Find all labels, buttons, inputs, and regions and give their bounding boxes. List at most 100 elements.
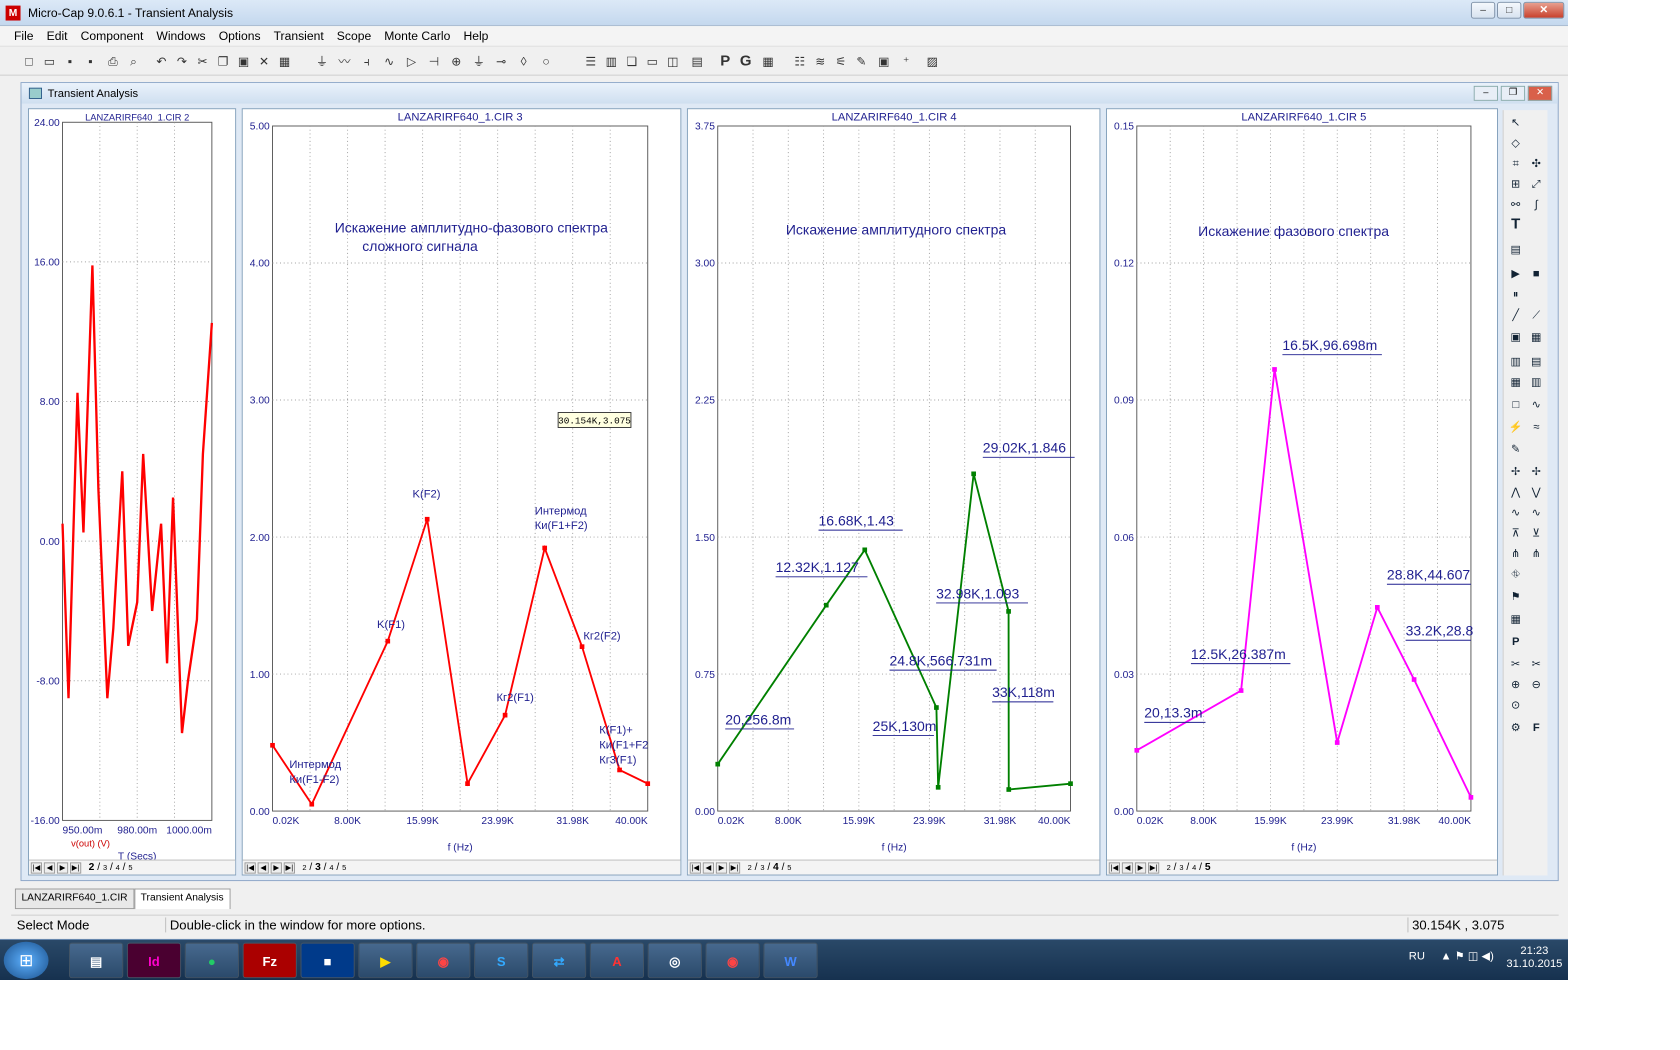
nav-next-icon[interactable]: ▶ <box>270 861 282 874</box>
grid-toggle-icon[interactable]: ▦ <box>1528 329 1545 346</box>
menu-edit[interactable]: Edit <box>40 29 74 43</box>
wave-tool-icon[interactable]: ∿ <box>1528 396 1545 413</box>
video-icon[interactable]: ▶ <box>358 942 413 979</box>
open-icon[interactable]: ▭ <box>41 53 58 70</box>
page-tab[interactable]: 5 <box>342 863 346 874</box>
page-tab[interactable]: 4 <box>1192 863 1196 874</box>
peak-icon[interactable]: ✢ <box>1507 463 1524 480</box>
explorer-icon[interactable]: ▤ <box>69 942 124 979</box>
nav-next-icon[interactable]: ▶ <box>1134 861 1147 874</box>
minimize-button[interactable]: – <box>1470 1 1496 19</box>
p-tool-icon[interactable]: P <box>1507 633 1524 650</box>
page-tab[interactable]: 5 <box>128 863 132 874</box>
global-low-icon[interactable]: ⊻ <box>1528 525 1545 542</box>
settings-icon[interactable]: ⚙ <box>1507 719 1524 736</box>
menu-options[interactable]: Options <box>212 29 267 43</box>
menu-help[interactable]: Help <box>457 29 495 43</box>
menu-transient[interactable]: Transient <box>267 29 330 43</box>
hatch2-icon[interactable]: ▤ <box>1528 353 1545 370</box>
chrome-icon[interactable]: ◉ <box>416 942 471 979</box>
cut-icon[interactable]: ✂ <box>194 53 211 70</box>
node-icon[interactable]: ○ <box>538 53 555 70</box>
page-tab[interactable]: 2 <box>302 863 306 874</box>
indesign-icon[interactable]: Id <box>126 942 182 979</box>
wave-icon[interactable]: ≋ <box>812 53 829 70</box>
scissors2-icon[interactable]: ✂ <box>1528 655 1545 672</box>
nav-next-icon[interactable]: ▶ <box>715 861 728 874</box>
nav-first-icon[interactable]: |◀ <box>689 861 701 874</box>
plot-panel-time[interactable]: LANZARIRF640_1.CIR 2 24.00 16.00 8.00 0.00 -8… <box>27 108 237 876</box>
xy-icon[interactable]: ⁺ <box>898 53 915 70</box>
page-tab[interactable]: 2 <box>1167 863 1171 874</box>
fit-icon[interactable]: ⤢ <box>1528 175 1545 192</box>
global-high-icon[interactable]: ⊼ <box>1507 525 1524 542</box>
plot-phase-svg[interactable]: LANZARIRF640_1.CIR 5 0.15 0.12 0.09 0.06 0.03… <box>1107 109 1497 859</box>
page-tab[interactable]: 4 <box>329 863 333 874</box>
menu-scope[interactable]: Scope <box>330 29 377 43</box>
app-blue-icon[interactable]: ■ <box>300 942 355 979</box>
page-tab[interactable]: 2 <box>748 863 752 874</box>
plot-amplitude-svg[interactable]: LANZARIRF640_1.CIR 4 3.75 3.00 2.25 1.50 0.75… <box>688 109 1100 859</box>
word-icon[interactable]: W <box>763 942 818 979</box>
plot-panel-phase[interactable]: LANZARIRF640_1.CIR 5 0.15 0.12 0.09 0.06 0.03… <box>1105 108 1498 876</box>
pen-icon[interactable]: ✎ <box>853 53 870 70</box>
page-tab[interactable]: 5 <box>1205 861 1211 872</box>
plot-panel-amplitude[interactable]: LANZARIRF640_1.CIR 4 3.75 3.00 2.25 1.50 0.75… <box>686 108 1101 876</box>
slope-icon[interactable]: ∿ <box>1528 504 1545 521</box>
nav-first-icon[interactable]: |◀ <box>30 861 42 874</box>
frame-icon[interactable]: ▣ <box>1507 329 1524 346</box>
diode-icon[interactable]: ▷ <box>403 53 420 70</box>
valley-icon[interactable]: ✢ <box>1528 463 1545 480</box>
inductor-icon[interactable]: ∿ <box>381 53 398 70</box>
pin-icon[interactable]: ◊ <box>515 53 532 70</box>
page-tabs[interactable]: 2 / 3 / 4 / 5 <box>748 861 792 874</box>
redo-icon[interactable]: ↷ <box>174 53 191 70</box>
nav-last-icon[interactable]: ▶| <box>728 861 741 874</box>
nav-last-icon[interactable]: ▶| <box>69 861 82 874</box>
tile-vertical-icon[interactable]: ▥ <box>603 53 620 70</box>
language-indicator[interactable]: RU <box>1409 949 1425 962</box>
resistor-icon[interactable]: 〰 <box>336 53 353 70</box>
plot-spectrum-svg[interactable]: LANZARIRF640_1.CIR 3 5.00 4.00 3.00 2.00 1.00… <box>243 109 681 859</box>
doc-tab-circuit[interactable]: LANZARIRF640_1.CIR <box>14 888 135 910</box>
plot-time-svg[interactable]: LANZARIRF640_1.CIR 2 24.00 16.00 8.00 0.00 -8… <box>29 109 235 860</box>
tag-icon[interactable]: ⚑ <box>1507 588 1524 605</box>
scissors-icon[interactable]: ✂ <box>1507 655 1524 672</box>
properties-icon[interactable]: ▤ <box>1507 241 1524 258</box>
page-tabs[interactable]: 2 / 3 / 4 / 5 <box>1167 861 1211 874</box>
inflection-icon[interactable]: ∿ <box>1507 504 1524 521</box>
hatch3-icon[interactable]: ▦ <box>1507 373 1524 390</box>
nav-prev-icon[interactable]: ◀ <box>1121 861 1134 874</box>
line2-icon[interactable]: ⟋ <box>1528 306 1545 323</box>
menu-windows[interactable]: Windows <box>150 29 212 43</box>
select-arrow-icon[interactable]: ↖ <box>1507 114 1524 131</box>
list-icon[interactable]: ☷ <box>791 53 808 70</box>
font-icon[interactable]: F <box>1528 719 1545 736</box>
cascade-icon[interactable]: ❏ <box>623 53 640 70</box>
mdi-minimize-button[interactable]: – <box>1473 85 1498 101</box>
line-icon[interactable]: ╱ <box>1507 306 1524 323</box>
capacitor-icon[interactable]: ⫞ <box>358 53 375 70</box>
page-tabs[interactable]: 2 / 3 / 4 / 5 <box>302 861 346 874</box>
undo-icon[interactable]: ↶ <box>153 53 170 70</box>
wire-icon[interactable]: ⏚ <box>314 53 331 70</box>
pause-icon[interactable]: ⏸ <box>1507 286 1524 303</box>
clock[interactable]: 21:23 31.10.2015 <box>1506 944 1562 970</box>
page-tab[interactable]: 3 <box>315 861 321 872</box>
edit-plot-icon[interactable]: ✎ <box>1507 441 1524 458</box>
mdi-restore-button[interactable]: ❐ <box>1500 85 1526 101</box>
select-all-icon[interactable]: ▦ <box>276 53 293 70</box>
curve-icon[interactable]: ∫ <box>1528 196 1545 213</box>
filezilla-icon[interactable]: Fz <box>242 942 297 979</box>
zoom-box-icon[interactable]: ⌗ <box>1507 155 1524 172</box>
transistor-icon[interactable]: ⊣ <box>426 53 443 70</box>
menu-component[interactable]: Component <box>74 29 150 43</box>
chrome2-icon[interactable]: ◉ <box>705 942 760 979</box>
link-icon[interactable]: ⚯ <box>1507 196 1524 213</box>
skype-icon[interactable]: S <box>474 942 529 979</box>
chart-icon[interactable]: ▨ <box>924 53 941 70</box>
nav-first-icon[interactable]: |◀ <box>1108 861 1120 874</box>
ground-icon[interactable]: ⏚ <box>470 53 487 70</box>
mdi-close-button[interactable]: ✕ <box>1527 85 1553 101</box>
scale-icon[interactable]: ⊞ <box>1507 175 1524 192</box>
